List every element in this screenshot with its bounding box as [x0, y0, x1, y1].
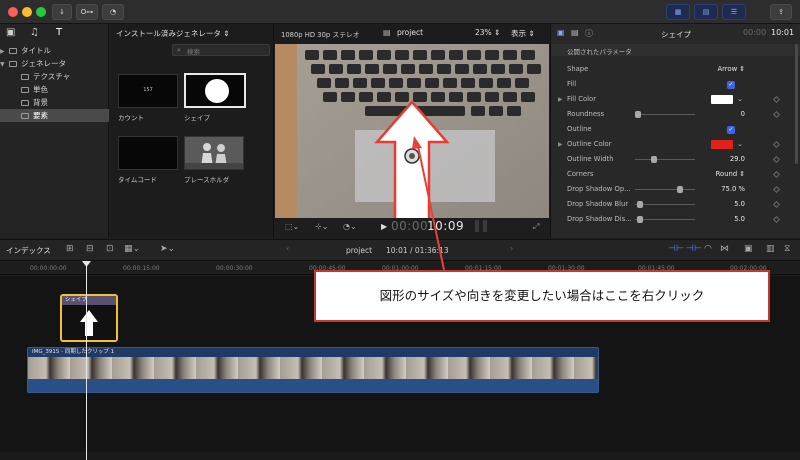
callout-text: 図形のサイズや向きを変更したい場合はここを右クリック	[379, 288, 705, 303]
annotation-arrow	[412, 136, 445, 271]
annotation-callout: 図形のサイズや向きを変更したい場合はここを右クリック	[314, 270, 770, 322]
